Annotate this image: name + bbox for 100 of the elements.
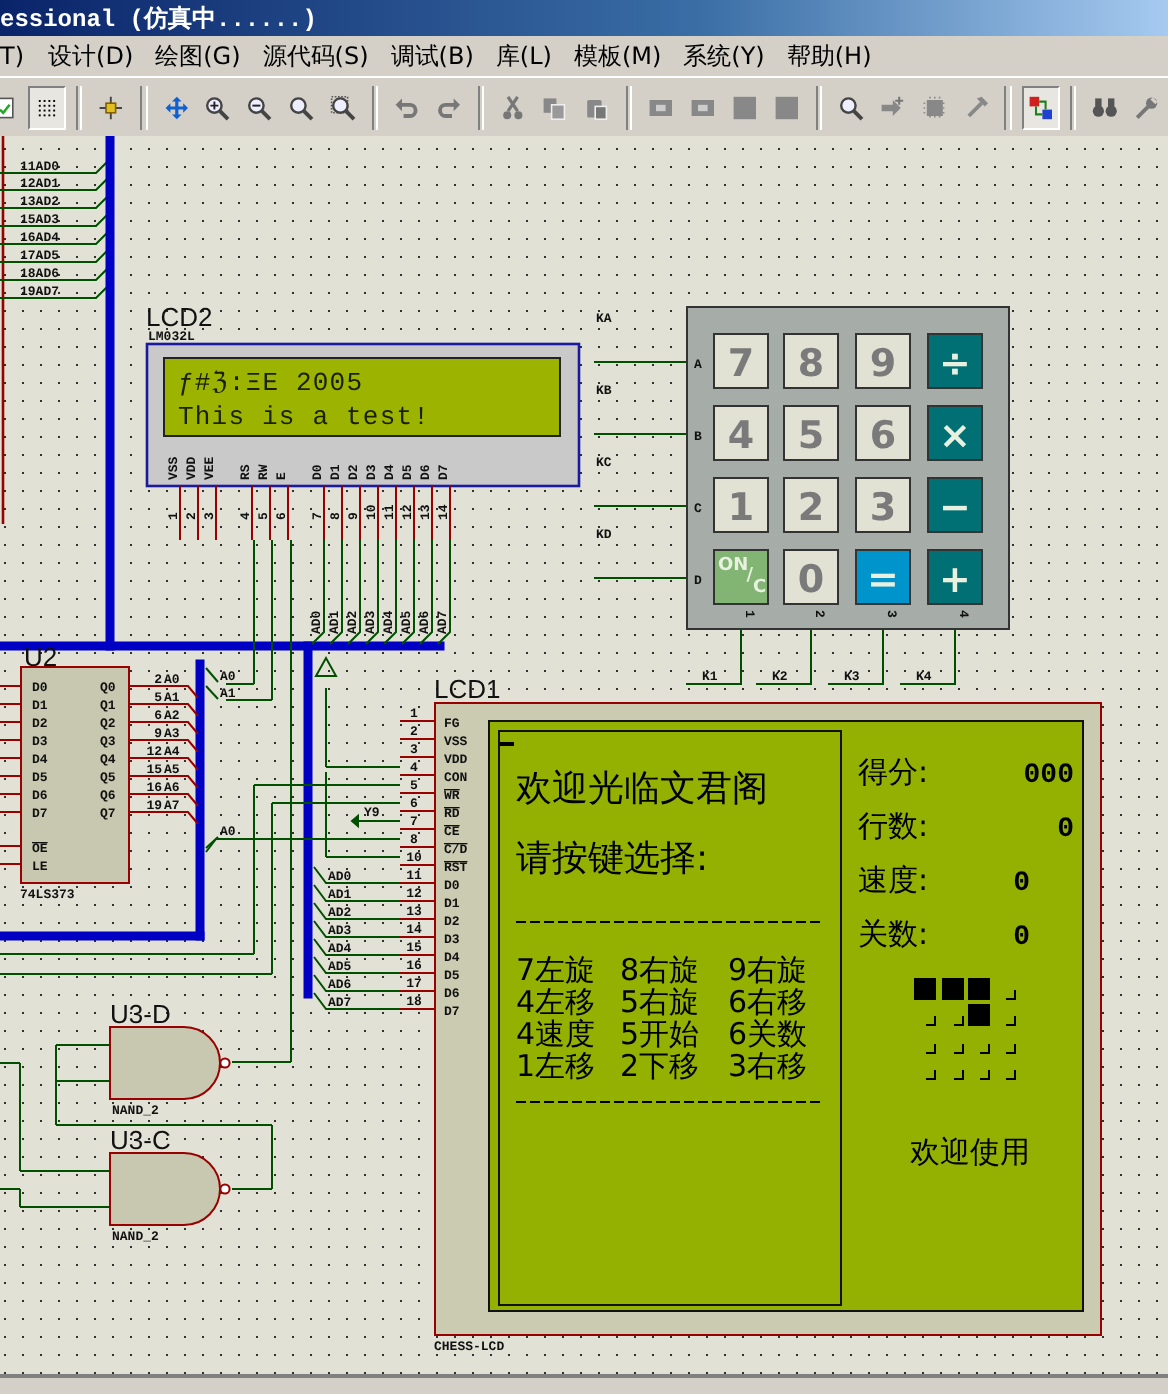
- wire: [0, 231, 109, 245]
- keypad-key[interactable]: ÷: [927, 333, 983, 389]
- wire: [313, 866, 401, 884]
- keypad-key[interactable]: 4: [713, 405, 769, 461]
- wire: [401, 539, 415, 645]
- pin-line: [399, 810, 435, 812]
- wire: [347, 539, 361, 645]
- wire: [419, 539, 433, 645]
- stat-value: 0: [1013, 922, 1030, 954]
- wire: [313, 974, 401, 992]
- lcd-text: This is a test!: [178, 402, 431, 432]
- wire: [899, 629, 956, 685]
- pin-line: [399, 936, 435, 938]
- pin-line: [0, 793, 21, 795]
- pin-line: [127, 721, 199, 735]
- wire: [437, 539, 451, 645]
- power-terminal-icon: [314, 655, 338, 677]
- netlist-icon[interactable]: [1021, 85, 1060, 129]
- pin-line: [399, 774, 435, 776]
- grid-icon[interactable]: [27, 85, 66, 129]
- pin-line: [0, 863, 21, 865]
- keypad-key[interactable]: 3: [855, 477, 911, 533]
- keypad-key[interactable]: 1: [713, 477, 769, 533]
- wire: [593, 505, 687, 507]
- menu-item[interactable]: 帮助(H): [774, 39, 882, 73]
- menu-item[interactable]: 源代码(S): [250, 39, 379, 73]
- wire: [313, 884, 401, 902]
- pin-line: [127, 757, 199, 771]
- menu-item[interactable]: 库(L): [483, 39, 562, 73]
- pin-line: [179, 485, 181, 541]
- keypad-key[interactable]: 2: [783, 477, 839, 533]
- pin-line: [399, 720, 435, 722]
- wire: [383, 539, 397, 645]
- pin-line: [127, 793, 199, 807]
- wire: [0, 160, 109, 174]
- keypad-key[interactable]: 9: [855, 333, 911, 389]
- component-ref: U2: [24, 642, 58, 672]
- wire: [0, 267, 109, 281]
- pin-line: [0, 703, 21, 705]
- wire: [0, 249, 109, 263]
- keypad-key[interactable]: 6: [855, 405, 911, 461]
- pin-line: [399, 846, 435, 848]
- menu-option: 8右旋: [620, 952, 700, 988]
- menu-item[interactable]: 调试(B): [378, 39, 484, 73]
- pin-line: [359, 485, 361, 541]
- pin-line: [449, 485, 451, 541]
- menu-item[interactable]: 系统(Y): [671, 39, 775, 73]
- pin-line: [431, 485, 433, 541]
- pin-line: [127, 703, 199, 717]
- pin-line: [0, 685, 21, 687]
- lcd-text: ƒ#ℨ:ΞE 2005: [178, 368, 364, 398]
- wire: [313, 902, 401, 920]
- wire: [593, 433, 687, 435]
- menu-option: 4左移: [516, 984, 596, 1020]
- keypad-key[interactable]: 5: [783, 405, 839, 461]
- keypad-key[interactable]: 8: [783, 333, 839, 389]
- menu-option: 5开始: [620, 1016, 700, 1052]
- pin-line: [399, 972, 435, 974]
- menu-item[interactable]: T): [0, 42, 37, 70]
- component-ref: LCD1: [434, 674, 501, 704]
- wire: [329, 539, 343, 645]
- keypad-key[interactable]: −: [927, 477, 983, 533]
- pin-line: [0, 757, 21, 759]
- wire: [311, 539, 325, 645]
- cursor: [500, 742, 514, 746]
- pin-line: [399, 792, 435, 794]
- keypad-key[interactable]: =: [855, 549, 911, 605]
- wire: [313, 992, 401, 1010]
- lcd-text: 欢迎光临文君阁: [516, 768, 768, 810]
- pin-line: [0, 739, 21, 741]
- keypad-key[interactable]: 0: [783, 549, 839, 605]
- pin-line: [399, 882, 435, 884]
- menu-item[interactable]: 绘图(G): [143, 39, 251, 73]
- wire: [0, 285, 109, 299]
- pin-line: [395, 485, 397, 541]
- pin-line: [127, 775, 199, 789]
- keypad-key[interactable]: ×: [927, 405, 983, 461]
- keypad-key[interactable]: 7: [713, 333, 769, 389]
- menu-item[interactable]: 设计(D): [36, 39, 144, 73]
- stat-label: 关数:: [858, 916, 929, 952]
- pin-line: [399, 738, 435, 740]
- window-title: essional (仿真中......): [0, 3, 317, 35]
- stat-value: 0: [1057, 814, 1074, 846]
- stat-value: 0: [1013, 868, 1030, 900]
- menu-option: 6右移: [728, 984, 808, 1020]
- wire: [0, 213, 109, 227]
- menu-item[interactable]: 模板(M): [561, 39, 672, 73]
- pin-line: [127, 811, 199, 825]
- pin-line: [399, 918, 435, 920]
- menu-option: 2下移: [620, 1048, 700, 1084]
- pin-line: [0, 721, 21, 723]
- signal-arrow-icon: [351, 813, 401, 827]
- stat-value: 000: [1023, 760, 1074, 792]
- pin-line: [399, 828, 435, 830]
- menu-option: 3右移: [728, 1048, 808, 1084]
- keypad-key[interactable]: +: [927, 549, 983, 605]
- menu-option: 4速度: [516, 1016, 596, 1052]
- stat-label: 得分:: [858, 754, 929, 790]
- pin-line: [127, 685, 199, 699]
- pin-line: [287, 485, 289, 541]
